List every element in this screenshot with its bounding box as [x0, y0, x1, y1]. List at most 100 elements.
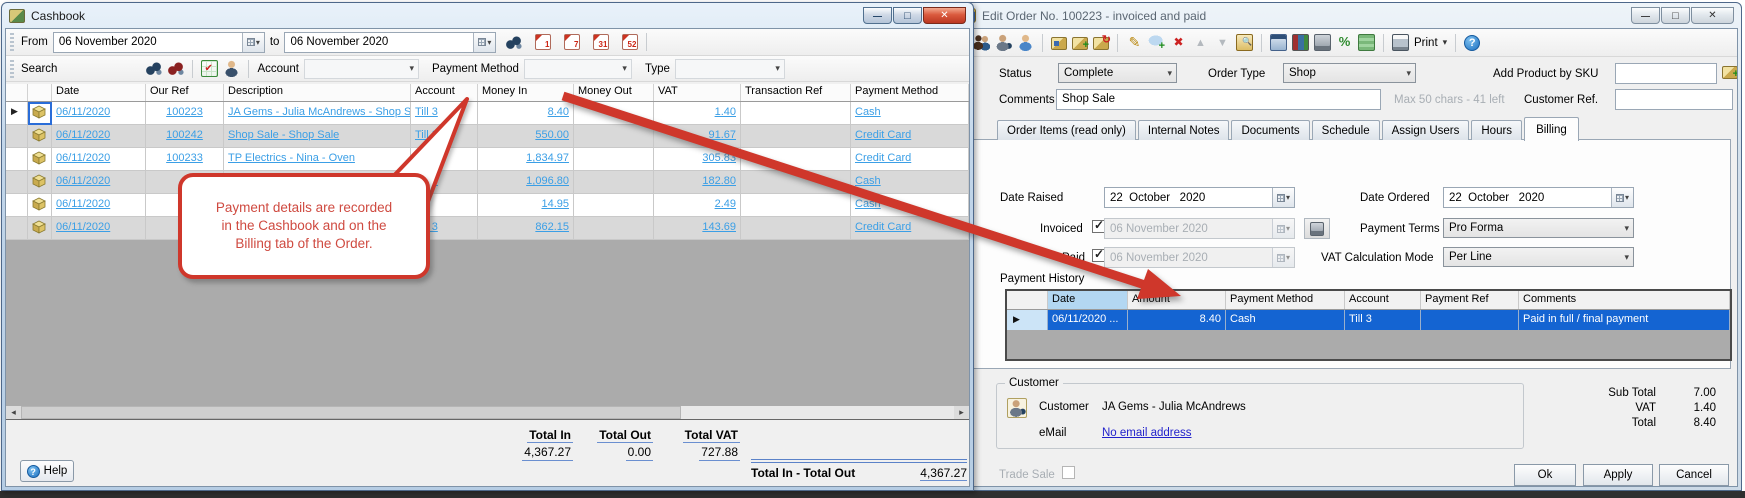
table-row[interactable]: 06/11/2020 Till 3 1,096.80 182.80 Cash	[6, 171, 969, 194]
transaction-ref-cell[interactable]	[741, 102, 851, 125]
transaction-ref-cell[interactable]	[741, 125, 851, 148]
audit-icon[interactable]	[1236, 34, 1253, 51]
tab[interactable]: Internal Notes	[1138, 120, 1230, 140]
product-icon[interactable]	[1051, 37, 1067, 50]
customers-icon[interactable]	[973, 34, 990, 51]
money-out-cell[interactable]	[574, 217, 654, 240]
payment-amount-cell[interactable]: 8.40	[1128, 310, 1226, 330]
scroll-left-button[interactable]: ◂	[6, 406, 21, 419]
move-down-icon[interactable]	[1214, 34, 1231, 51]
money-out-cell[interactable]	[574, 125, 654, 148]
column-header[interactable]: Date	[1048, 291, 1128, 309]
order-type-select[interactable]: Shop	[1283, 63, 1416, 83]
column-header[interactable]: Payment Ref	[1421, 291, 1519, 309]
add-product-icon[interactable]	[1072, 37, 1088, 50]
payment-method-cell[interactable]: Credit Card	[851, 125, 969, 148]
table-row[interactable]: 06/11/2020 100233 TP Electrics - Nina - …	[6, 148, 969, 171]
calculator-icon[interactable]	[1270, 34, 1287, 51]
column-header[interactable]: Amount	[1128, 291, 1226, 309]
customer-edit-icon[interactable]	[1017, 34, 1034, 51]
vat-cell[interactable]: 1.40	[654, 102, 741, 125]
account-cell[interactable]: Till 3	[411, 148, 478, 171]
transaction-icon[interactable]	[28, 217, 52, 240]
our-ref-cell[interactable]: 100223	[146, 102, 224, 125]
date-cell[interactable]: 06/11/2020	[52, 217, 146, 240]
close-button[interactable]	[923, 7, 966, 24]
customer-ref-input[interactable]	[1615, 89, 1733, 110]
transaction-icon[interactable]	[28, 102, 52, 125]
vat-cell[interactable]: 91.67	[654, 125, 741, 148]
date-raised-input[interactable]: 22 October 2020 ▾	[1104, 187, 1295, 208]
tab[interactable]: Documents	[1231, 120, 1309, 140]
customer-lookup-icon[interactable]	[1007, 398, 1027, 418]
payment-method-filter-select[interactable]	[524, 59, 632, 79]
transaction-icon[interactable]	[28, 171, 52, 194]
date-cell[interactable]: 06/11/2020	[52, 125, 146, 148]
help-icon[interactable]	[1464, 35, 1480, 51]
table-row[interactable]: 06/11/2020 100223 JA Gems - Julia McAndr…	[6, 102, 969, 125]
edit-icon[interactable]	[1126, 34, 1143, 51]
find-icon[interactable]	[145, 60, 162, 77]
ok-button[interactable]: Ok	[1514, 464, 1576, 486]
calendar-preset-icon[interactable]: 1	[535, 34, 551, 50]
description-cell[interactable]: TP Electrics - Nina - Oven	[224, 148, 411, 171]
move-up-icon[interactable]	[1192, 34, 1209, 51]
user-icon[interactable]	[223, 60, 240, 77]
transaction-icon[interactable]	[28, 194, 52, 217]
money-in-cell[interactable]: 8.40	[478, 102, 574, 125]
export-icon[interactable]	[201, 60, 218, 77]
maximize-button[interactable]	[1661, 7, 1690, 24]
payment-method-cell[interactable]: Cash	[851, 194, 969, 217]
payment-account-cell[interactable]: Till 3	[1345, 310, 1421, 330]
cash-icon[interactable]	[1358, 34, 1375, 51]
vat-cell[interactable]: 182.80	[654, 171, 741, 194]
column-header[interactable]: Account	[1345, 291, 1421, 309]
cancel-button[interactable]: Cancel	[1659, 464, 1729, 486]
search-dates-icon[interactable]	[505, 34, 522, 51]
date-cell[interactable]: 06/11/2020	[52, 102, 146, 125]
payment-date-cell[interactable]: 06/11/2020 ...	[1048, 310, 1128, 330]
delete-icon[interactable]	[1170, 34, 1187, 51]
calendar-preset-icon[interactable]: 31	[593, 34, 609, 50]
minimize-button[interactable]	[1631, 7, 1660, 24]
vat-mode-select[interactable]: Per Line	[1443, 247, 1634, 267]
row-selector[interactable]	[6, 102, 28, 125]
transaction-ref-cell[interactable]	[741, 217, 851, 240]
date-ordered-input[interactable]: 22 October 2020 ▾	[1443, 187, 1634, 208]
table-row[interactable]: 06/11/2020 100242 Shop Sale - Shop Sale …	[6, 125, 969, 148]
add-sku-input[interactable]	[1615, 63, 1717, 84]
row-selector[interactable]	[6, 125, 28, 148]
scrollbar-thumb[interactable]	[21, 406, 681, 419]
tab[interactable]: Schedule	[1312, 120, 1380, 140]
column-header[interactable]: Transaction Ref	[741, 84, 851, 101]
account-cell[interactable]: Till 3	[411, 125, 478, 148]
row-selector[interactable]	[6, 171, 28, 194]
trade-sale-checkbox[interactable]	[1062, 466, 1075, 479]
money-in-cell[interactable]: 1,096.80	[478, 171, 574, 194]
search-input[interactable]	[62, 59, 140, 79]
date-cell[interactable]: 06/11/2020	[52, 171, 146, 194]
payment-method-cell[interactable]: Cash	[851, 171, 969, 194]
refund-icon[interactable]	[1093, 37, 1109, 50]
close-button[interactable]	[1691, 7, 1734, 24]
payment-method-cell[interactable]: Credit Card	[851, 148, 969, 171]
column-header[interactable]: VAT	[654, 84, 741, 101]
transaction-icon[interactable]	[28, 148, 52, 171]
date-cell[interactable]: 06/11/2020	[52, 194, 146, 217]
row-selector[interactable]	[6, 217, 28, 240]
transaction-ref-cell[interactable]	[741, 194, 851, 217]
payment-terms-select[interactable]: Pro Forma	[1443, 218, 1634, 238]
comments-input[interactable]: Shop Sale	[1056, 89, 1381, 110]
help-button[interactable]: Help	[20, 460, 74, 482]
transaction-ref-cell[interactable]	[741, 171, 851, 194]
date-cell[interactable]: 06/11/2020	[52, 148, 146, 171]
payment-ref-cell[interactable]	[1421, 310, 1519, 330]
account-filter-select[interactable]	[304, 59, 419, 79]
print-icon[interactable]	[1392, 34, 1409, 51]
column-header[interactable]: Account	[411, 84, 478, 101]
to-date-input[interactable]: 06 November 2020 ▾	[284, 32, 496, 53]
money-in-cell[interactable]: 862.15	[478, 217, 574, 240]
description-cell[interactable]: Shop Sale - Shop Sale	[224, 125, 411, 148]
money-out-cell[interactable]	[574, 148, 654, 171]
apply-button[interactable]: Apply	[1583, 464, 1653, 486]
